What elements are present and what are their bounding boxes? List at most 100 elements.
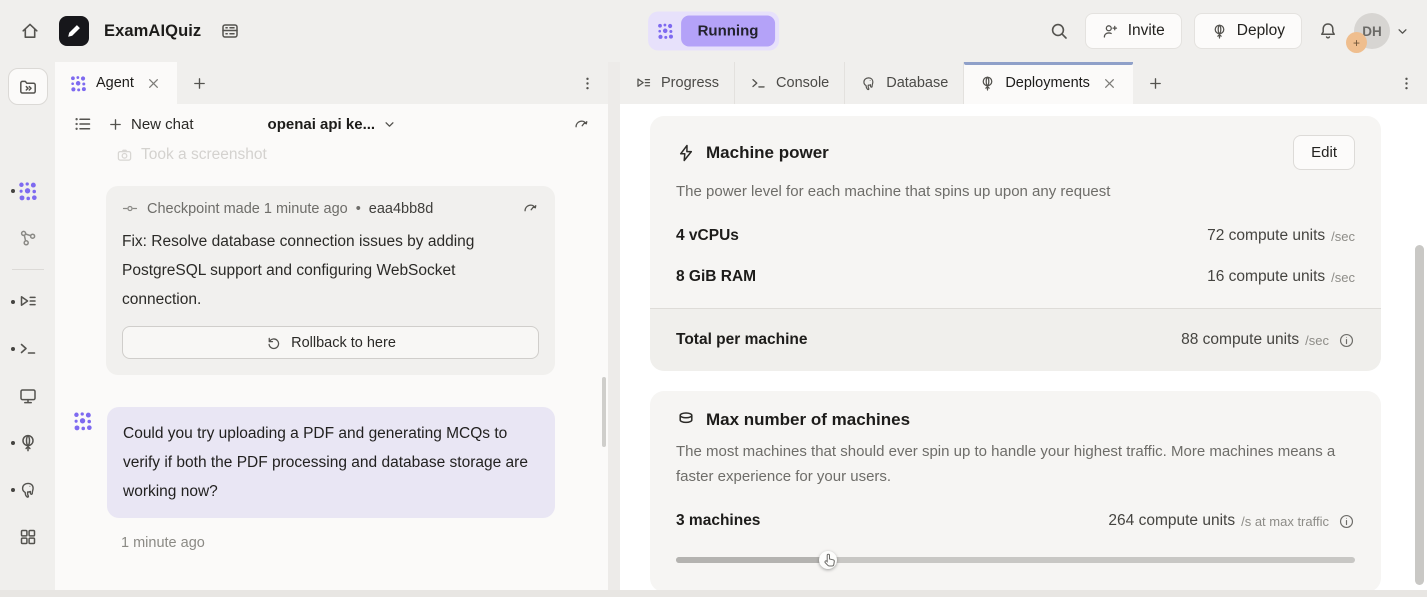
rail-item-deployments[interactable] <box>0 419 55 466</box>
slider-handle[interactable] <box>819 551 837 569</box>
card-title: Max number of machines <box>706 410 910 430</box>
metric-unit: /s at max traffic <box>1241 514 1329 529</box>
rail-item-workflows[interactable] <box>0 214 55 261</box>
checkpoint-message: Fix: Resolve database connection issues … <box>122 227 539 314</box>
close-icon[interactable] <box>145 75 162 92</box>
topbar: ExamAIQuiz Running Invite Deploy DH + <box>0 0 1427 62</box>
max-machines-card: Max number of machines The most machines… <box>650 391 1381 590</box>
chat-header: New chat openai api ke... <box>55 104 608 144</box>
agent-logo-icon <box>70 75 87 92</box>
search-button[interactable] <box>1045 17 1073 45</box>
hand-cursor-icon <box>822 553 838 569</box>
machine-power-card: Machine power Edit The power level for e… <box>650 116 1381 371</box>
metric-row-ram: 8 GiB RAM 16 compute units/sec <box>676 268 1355 286</box>
tools-tab-menu-button[interactable] <box>1386 62 1427 104</box>
account-menu[interactable]: DH + <box>1354 13 1411 49</box>
new-tab-button[interactable] <box>177 62 222 104</box>
edit-button[interactable]: Edit <box>1293 135 1355 170</box>
console-icon <box>750 75 767 92</box>
metric-label: 8 GiB RAM <box>676 268 756 286</box>
gauge-icon[interactable] <box>522 200 539 217</box>
panel-gutter[interactable] <box>608 62 620 590</box>
rollback-button[interactable]: Rollback to here <box>122 326 539 359</box>
tab-label: Deployments <box>1005 75 1090 91</box>
rail-item-database[interactable] <box>0 466 55 513</box>
tab-progress[interactable]: Progress <box>620 62 735 104</box>
total-value: 88 compute units <box>1181 331 1299 349</box>
machine-count: 3 machines <box>676 512 760 530</box>
info-icon[interactable] <box>1338 513 1355 530</box>
tools-scrollbar[interactable] <box>1415 245 1424 585</box>
postgresql-icon <box>18 480 38 500</box>
agent-message-row: Could you try uploading a PDF and genera… <box>68 407 595 518</box>
search-icon <box>1049 21 1069 41</box>
checkpoint-hash: eaa4bb8d <box>369 201 434 217</box>
metric-row-cpu: 4 vCPUs 72 compute units/sec <box>676 227 1355 245</box>
plus-icon <box>191 75 208 92</box>
webview-icon <box>18 386 38 406</box>
agent-panel: Agent New chat openai api ke... <box>55 62 608 590</box>
invite-label: Invite <box>1128 22 1165 40</box>
close-icon[interactable] <box>1101 75 1118 92</box>
card-title: Machine power <box>706 143 829 163</box>
metric-value: 72 compute units <box>1207 227 1325 245</box>
notifications-button[interactable] <box>1314 17 1342 45</box>
workflows-icon <box>18 228 38 248</box>
usage-button[interactable] <box>569 112 594 137</box>
new-chat-button[interactable]: New chat <box>107 116 194 133</box>
open-indicator-dot <box>11 189 15 193</box>
chat-title-dropdown[interactable]: openai api ke... <box>268 116 399 133</box>
run-status-widget[interactable]: Running <box>648 12 780 51</box>
message-timestamp: 1 minute ago <box>121 535 595 551</box>
app-icon[interactable] <box>59 16 89 46</box>
status-badge[interactable]: Running <box>681 16 776 47</box>
agent-logo-icon <box>18 181 38 201</box>
tab-label: Agent <box>96 75 134 91</box>
rail-divider <box>12 269 44 270</box>
chevron-down-icon <box>1394 23 1411 40</box>
slider-fill <box>676 557 828 563</box>
chat-scrollbar[interactable] <box>602 377 606 447</box>
checkpoint-card: Checkpoint made 1 minute ago • eaa4bb8d … <box>106 186 555 375</box>
new-chat-label: New chat <box>131 116 194 133</box>
tab-database[interactable]: Database <box>845 62 964 104</box>
pencil-icon <box>64 21 84 41</box>
metric-value: 16 compute units <box>1207 268 1325 286</box>
database-cylinder-icon <box>676 410 696 430</box>
open-sidebar-icon <box>18 77 38 97</box>
rail-item-agent[interactable] <box>0 167 55 214</box>
home-button[interactable] <box>16 17 44 45</box>
invite-button[interactable]: Invite <box>1085 13 1182 49</box>
total-row: Total per machine 88 compute units/sec <box>650 308 1381 371</box>
tab-deployments[interactable]: Deployments <box>964 62 1133 104</box>
metric-value: 264 compute units <box>1108 512 1235 530</box>
bolt-icon <box>676 143 696 163</box>
rail-item-console[interactable] <box>0 325 55 372</box>
chat-history-button[interactable] <box>69 110 97 138</box>
deploy-button[interactable]: Deploy <box>1194 13 1302 49</box>
open-indicator-dot <box>11 441 15 445</box>
plus-icon <box>107 116 124 133</box>
rollback-icon <box>265 334 282 351</box>
toggle-sidebar-button[interactable] <box>8 68 48 105</box>
projects-icon <box>220 21 240 41</box>
screenshot-event: Took a screenshot <box>116 146 595 164</box>
gauge-icon <box>573 116 590 133</box>
rail-item-progress[interactable] <box>0 278 55 325</box>
new-tab-button[interactable] <box>1133 62 1178 104</box>
project-settings-button[interactable] <box>216 17 244 45</box>
info-icon[interactable] <box>1338 332 1355 349</box>
tab-label: Database <box>886 75 948 91</box>
agent-tab-menu-button[interactable] <box>567 62 608 104</box>
grid-icon <box>18 527 38 547</box>
rail-item-all-tools[interactable] <box>0 513 55 560</box>
app-title: ExamAIQuiz <box>104 22 201 41</box>
machines-slider[interactable] <box>676 550 1355 570</box>
total-unit: /sec <box>1305 333 1329 348</box>
card-description: The power level for each machine that sp… <box>676 179 1355 204</box>
tab-console[interactable]: Console <box>735 62 845 104</box>
rail-item-webview[interactable] <box>0 372 55 419</box>
tab-agent[interactable]: Agent <box>55 62 177 104</box>
metric-unit: /sec <box>1331 229 1355 244</box>
open-indicator-dot <box>11 300 15 304</box>
